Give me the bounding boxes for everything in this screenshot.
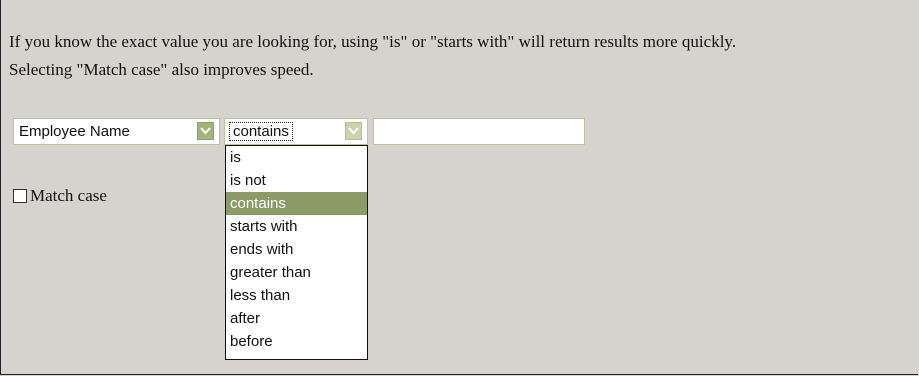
option-is[interactable]: is [226, 146, 367, 169]
search-panel: If you know the exact value you are look… [0, 0, 918, 375]
instruction-line-2: Selecting "Match case" also improves spe… [9, 60, 314, 79]
instruction-line-1: If you know the exact value you are look… [9, 32, 737, 51]
field-select-value: Employee Name [19, 123, 130, 140]
field-select[interactable]: Employee Name [13, 118, 220, 145]
match-case-checkbox[interactable] [13, 189, 27, 203]
option-greater-than[interactable]: greater than [226, 261, 367, 284]
match-case-label: Match case [30, 186, 107, 205]
option-after[interactable]: after [226, 307, 367, 330]
chevron-down-icon[interactable] [345, 122, 362, 140]
operator-dropdown-list[interactable]: is is not contains starts with ends with… [225, 145, 368, 360]
operator-select[interactable]: contains [224, 118, 368, 145]
option-is-not[interactable]: is not [226, 169, 367, 192]
search-value-input[interactable] [373, 118, 585, 145]
match-case-option[interactable]: Match case [13, 186, 107, 206]
option-ends-with[interactable]: ends with [226, 238, 367, 261]
option-before[interactable]: before [226, 330, 367, 353]
search-instructions: If you know the exact value you are look… [9, 28, 736, 84]
operator-select-value: contains [229, 122, 293, 141]
chevron-down-icon[interactable] [197, 122, 214, 140]
option-less-than[interactable]: less than [226, 284, 367, 307]
option-starts-with[interactable]: starts with [226, 215, 367, 238]
option-contains[interactable]: contains [226, 192, 367, 215]
